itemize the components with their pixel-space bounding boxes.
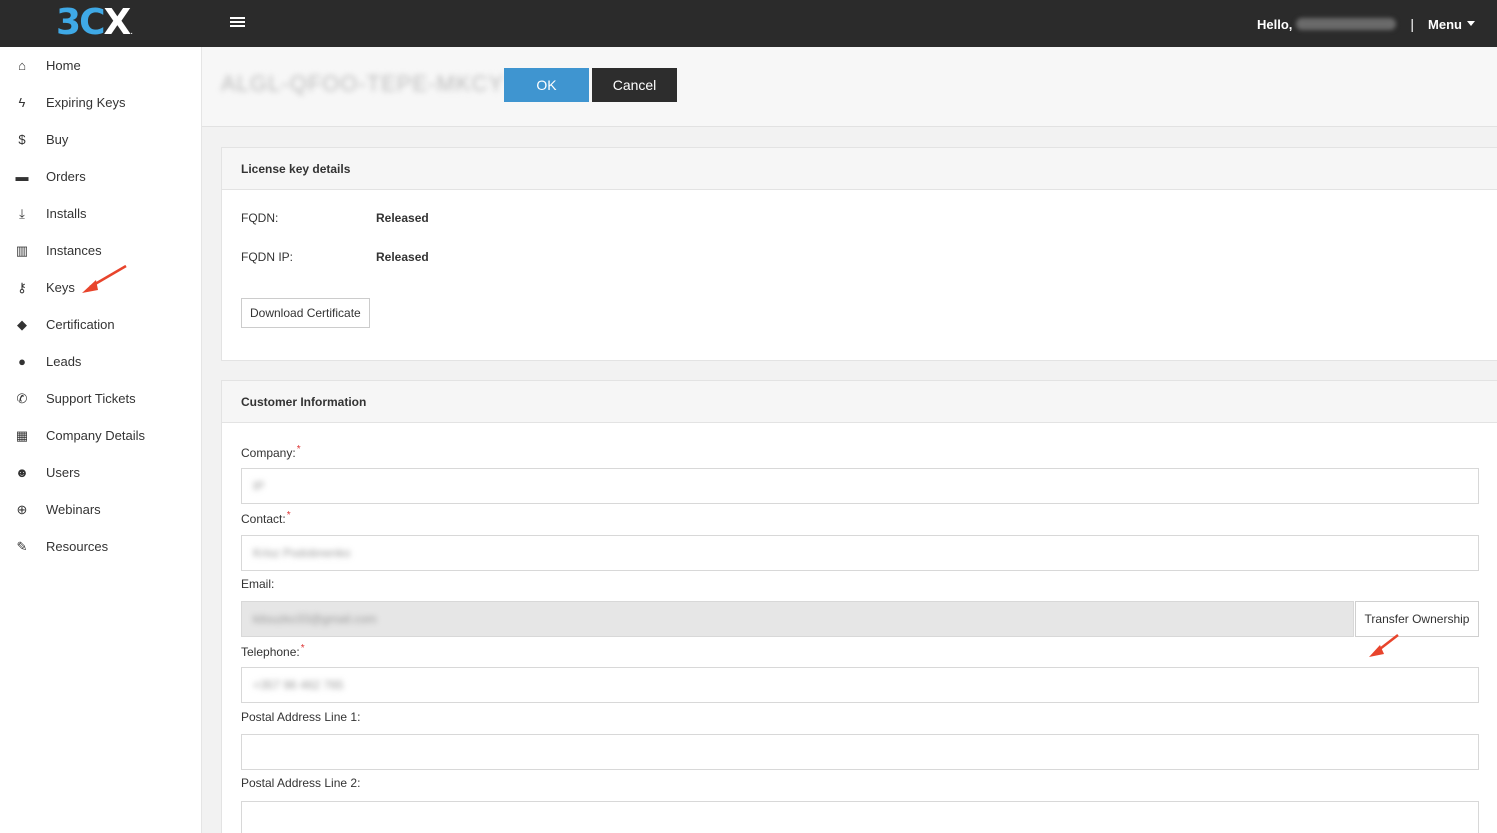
cancel-button[interactable]: Cancel [592,68,677,102]
users-icon: ☻ [15,465,29,480]
fqdn-ip-label: FQDN IP: [241,250,294,264]
building-icon: ▦ [15,427,29,443]
logo-letter-x: X [103,2,131,43]
telephone-label-text: Telephone: [241,645,300,659]
sidebar-item-buy[interactable]: $ Buy [0,121,201,158]
sidebar-item-expiring-keys[interactable]: ϟ Expiring Keys [0,84,201,121]
sidebar-item-label: Webinars [46,502,101,517]
fqdn-ip-value: Released [376,250,429,264]
page-header: ALGL-QFOO-TEPE-MKCY OK Cancel [202,47,1497,127]
sidebar-item-label: Users [46,465,80,480]
sidebar-item-label: Installs [46,206,87,221]
sidebar-toggle-icon[interactable] [230,17,245,29]
contact-field[interactable]: Krisz Podobnenko [241,535,1479,571]
required-marker: * [300,643,305,654]
license-key-title: ALGL-QFOO-TEPE-MKCY [221,71,505,96]
menu-label: Menu [1428,16,1462,32]
caret-down-icon [1467,20,1475,26]
contact-label: Contact:* [241,510,291,526]
annotation-arrow [1369,634,1399,657]
bolt-icon: ϟ [18,95,26,110]
required-marker: * [296,444,301,455]
briefcase-icon: ▬ [15,169,29,184]
postal-address-1-field[interactable] [241,734,1479,770]
postal-address-1-label: Postal Address Line 1: [241,710,361,724]
sidebar-item-home[interactable]: ⌂ Home [0,47,201,84]
bar-chart-icon: ▥ [15,242,29,258]
pencil-icon: ✎ [16,538,28,554]
sidebar-item-label: Support Tickets [46,391,136,406]
logo-dot: . [130,26,134,37]
sidebar-item-orders[interactable]: ▬ Orders [0,158,201,195]
customer-information-panel: Customer Information Company:* IP Contac… [221,380,1497,833]
contact-value: Krisz Podobnenko [253,546,351,560]
graduation-cap-icon: ◆ [17,316,27,332]
sidebar-item-installs[interactable]: ⤓ Installs [0,195,201,232]
sidebar-item-label: Orders [46,169,86,184]
sidebar-item-resources[interactable]: ✎ Resources [0,528,201,565]
ok-button[interactable]: OK [504,68,589,102]
company-value: IP [253,479,265,493]
telephone-label: Telephone:* [241,643,305,659]
telephone-value: +357 96 462 765 [253,678,344,692]
logo-digit: 3 [56,2,81,43]
sidebar-item-label: Resources [46,539,109,554]
key-icon: ⚷ [17,279,27,295]
user-menu-area: Hello, | Menu [1257,11,1475,37]
sidebar-item-label: Keys [46,280,75,295]
email-field: kitsuzko33@gmail.com [241,601,1354,637]
sidebar-item-certification[interactable]: ◆ Certification [0,306,201,343]
sidebar-item-users[interactable]: ☻ Users [0,454,201,491]
topbar-separator: | [1410,16,1415,32]
logo-letter-c: C [79,2,105,43]
top-navbar: 3CX. Hello, | Menu [0,0,1497,47]
sidebar-item-leads[interactable]: ● Leads [0,343,201,380]
fqdn-label: FQDN: [241,211,279,225]
user-icon: ● [18,354,26,369]
sidebar-item-label: Instances [46,243,102,258]
telephone-field[interactable]: +357 96 462 765 [241,667,1479,703]
sidebar-item-label: Company Details [46,428,145,443]
panel-title: License key details [222,148,1497,190]
sidebar-item-label: Certification [46,317,115,332]
fqdn-value: Released [376,211,429,225]
sidebar-item-label: Home [46,58,81,73]
globe-icon: ⊕ [16,501,28,517]
required-marker: * [286,510,291,521]
sidebar-item-webinars[interactable]: ⊕ Webinars [0,491,201,528]
email-label: Email: [241,577,275,591]
home-icon: ⌂ [18,58,26,73]
sidebar-item-company-details[interactable]: ▦ Company Details [0,417,201,454]
dollar-icon: $ [18,132,26,147]
panel-title: Customer Information [222,381,1497,423]
download-icon: ⤓ [19,205,25,221]
email-value: kitsuzko33@gmail.com [253,612,377,626]
sidebar-item-label: Buy [46,132,69,147]
license-details-panel: License key details FQDN: Released FQDN … [221,147,1497,361]
brand-logo[interactable]: 3CX. [56,4,133,42]
postal-address-2-label: Postal Address Line 2: [241,776,361,790]
user-name-redacted [1296,18,1397,30]
sidebar: ⌂ Home ϟ Expiring Keys $ Buy ▬ Orders ⤓ Insta… [0,47,202,833]
download-certificate-button[interactable]: Download Certificate [241,298,370,328]
company-label: Company:* [241,444,301,460]
user-menu-dropdown[interactable]: Menu [1428,17,1475,32]
postal-address-2-field[interactable] [241,801,1479,833]
phone-icon: ✆ [16,390,28,406]
sidebar-item-label: Leads [46,354,82,369]
contact-label-text: Contact: [241,512,286,526]
sidebar-item-label: Expiring Keys [46,95,126,110]
annotation-arrow [82,264,127,293]
company-label-text: Company: [241,446,296,460]
sidebar-item-support-tickets[interactable]: ✆ Support Tickets [0,380,201,417]
greeting-text: Hello, [1257,16,1293,32]
company-field[interactable]: IP [241,468,1479,504]
